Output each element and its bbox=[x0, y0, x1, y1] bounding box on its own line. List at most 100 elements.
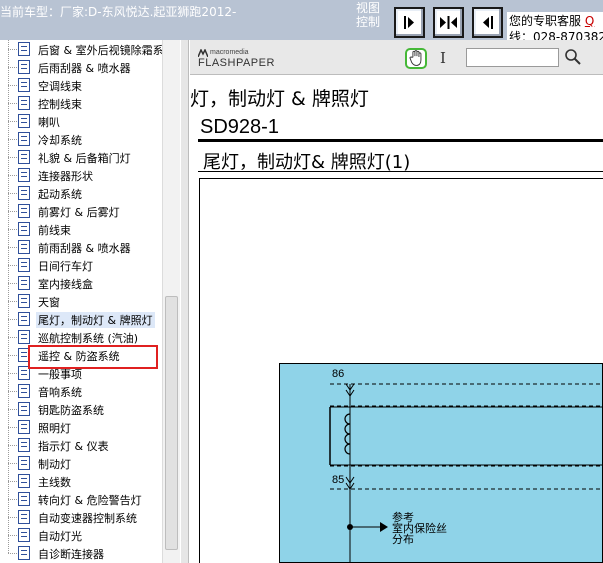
flashpaper-logo: macromedia FLASHPAPER bbox=[198, 49, 275, 69]
tree-item-label: 指示灯 & 仪表 bbox=[38, 440, 109, 453]
macromedia-logo-icon bbox=[198, 49, 208, 57]
hand-tool-button[interactable] bbox=[405, 48, 427, 69]
tree-connector bbox=[8, 355, 9, 373]
service-line: 您的专职客服 Q bbox=[509, 12, 594, 29]
tree-item[interactable]: 指示灯 & 仪表 bbox=[8, 427, 162, 454]
tree-item-label: 喇叭 bbox=[38, 116, 60, 129]
tree-connector bbox=[8, 211, 17, 212]
tree-item[interactable]: 喇叭 bbox=[8, 103, 162, 130]
tree-item[interactable]: 照明灯 bbox=[8, 409, 162, 436]
panel-splitter[interactable] bbox=[181, 40, 189, 563]
tree-item[interactable]: 前雾灯 & 后雾灯 bbox=[8, 193, 162, 220]
tree-item-label: 后雨刮器 & 喷水器 bbox=[38, 62, 131, 75]
tree-item-label: 巡航控制系统 (汽油) bbox=[38, 332, 139, 345]
tree-item[interactable]: 连接器形状 bbox=[8, 157, 162, 184]
vehicle-model-label: 当前车型：厂家:D-东风悦达.起亚狮跑2012- bbox=[0, 5, 237, 19]
viewer-toolbar: macromedia FLASHPAPER I bbox=[190, 40, 603, 75]
tree-item[interactable]: 礼貌 & 后备箱门灯 bbox=[8, 139, 162, 166]
document-icon bbox=[18, 474, 30, 488]
tree-connector bbox=[8, 409, 17, 410]
tree-connector bbox=[8, 67, 17, 68]
document-code: SD928-1 bbox=[200, 116, 279, 138]
document-icon bbox=[18, 312, 30, 326]
split-view-button[interactable] bbox=[433, 7, 464, 38]
selection-highlight bbox=[28, 345, 158, 369]
tree-item[interactable]: 主线数 bbox=[8, 463, 162, 490]
tree-item[interactable]: 起动系统 bbox=[8, 175, 162, 202]
tree-item[interactable]: 钥匙防盗系统 bbox=[8, 391, 162, 418]
tree-connector bbox=[8, 481, 9, 499]
document-icon bbox=[18, 78, 30, 92]
tree-item[interactable]: 空调线束 bbox=[8, 67, 162, 94]
tree-item[interactable]: 自诊断连接器 bbox=[8, 535, 162, 562]
document-icon bbox=[18, 510, 30, 524]
reference-note: 参考 室内保险丝 分布 bbox=[392, 512, 447, 545]
tree-connector bbox=[8, 283, 9, 301]
tree-scrollbar[interactable] bbox=[162, 40, 180, 563]
tree-item-label: 自动灯光 bbox=[38, 530, 82, 543]
tree-item-label: 起动系统 bbox=[38, 188, 82, 201]
tree-connector bbox=[8, 355, 17, 356]
tree-connector bbox=[8, 319, 9, 337]
document-icon bbox=[18, 204, 30, 218]
tree-connector bbox=[8, 301, 9, 319]
arrow-right-icon bbox=[404, 16, 414, 29]
tree-connector bbox=[8, 193, 9, 211]
tree-item-label: 前线束 bbox=[38, 224, 71, 237]
document-icon bbox=[18, 222, 30, 236]
document-icon bbox=[18, 168, 30, 182]
document-icon bbox=[18, 402, 30, 416]
tree-item-label: 主线数 bbox=[38, 476, 71, 489]
tree-item[interactable]: 日间行车灯 bbox=[8, 247, 162, 274]
document-icon bbox=[18, 420, 30, 434]
view-control-label: 视图 控制 bbox=[352, 1, 384, 35]
tree-item[interactable]: 前雨刮器 & 喷水器 bbox=[8, 229, 162, 256]
service-qq-link[interactable]: Q bbox=[585, 14, 594, 28]
tree-item[interactable]: 冷却系统 bbox=[8, 121, 162, 148]
tree-item[interactable]: 转向灯 & 危险警告灯 bbox=[8, 481, 162, 508]
show-right-panel-button[interactable] bbox=[472, 7, 503, 38]
text-select-tool-button[interactable]: I bbox=[436, 49, 450, 67]
document-icon bbox=[18, 438, 30, 452]
tree-item[interactable]: 制动灯 bbox=[8, 445, 162, 472]
tree-item[interactable]: 自动变速器控制系统 bbox=[8, 499, 162, 526]
tree-item[interactable]: 巡航控制系统 (汽油) bbox=[8, 319, 162, 346]
subtitle-rule bbox=[198, 171, 603, 172]
tree-item-label: 自诊断连接器 bbox=[38, 548, 104, 561]
document-icon bbox=[18, 528, 30, 542]
tree-item[interactable]: 自动灯光 bbox=[8, 517, 162, 544]
hand-icon bbox=[409, 50, 422, 66]
tree-connector bbox=[8, 247, 17, 248]
search-icon[interactable] bbox=[564, 48, 582, 66]
tree-item[interactable]: 天窗 bbox=[8, 283, 162, 310]
search-input[interactable] bbox=[466, 48, 559, 67]
tree-connector bbox=[8, 85, 9, 103]
tree-connector bbox=[8, 265, 9, 283]
service-label: 您的专职客服 bbox=[509, 14, 582, 28]
brand-large: FLASHPAPER bbox=[198, 57, 275, 69]
tree-scrollbar-thumb[interactable] bbox=[165, 296, 178, 550]
tree-connector bbox=[8, 481, 17, 482]
tree-item-label: 后窗 & 室外后视镜除霜系 bbox=[38, 44, 164, 57]
tree-connector bbox=[8, 499, 9, 517]
tree-item[interactable]: 前线束 bbox=[8, 211, 162, 238]
tree-item[interactable]: 控制线束 bbox=[8, 85, 162, 112]
tree-connector bbox=[8, 121, 17, 122]
tree-item[interactable]: 后雨刮器 & 喷水器 bbox=[8, 49, 162, 76]
document-icon bbox=[18, 258, 30, 272]
document-icon bbox=[18, 546, 30, 560]
tree-item[interactable]: 尾灯，制动灯 & 牌照灯 bbox=[8, 301, 162, 328]
tree-item[interactable]: 后窗 & 室外后视镜除霜系 bbox=[8, 40, 164, 58]
tree-item[interactable]: 音响系统 bbox=[8, 373, 162, 400]
tree-connector bbox=[8, 103, 9, 121]
tree-connector bbox=[8, 445, 17, 446]
tree-item[interactable]: 室内接线盒 bbox=[8, 265, 162, 292]
tree-connector bbox=[8, 517, 17, 518]
tree-item-label: 冷却系统 bbox=[38, 134, 82, 147]
document-icon bbox=[18, 42, 30, 56]
tree-item-label: 转向灯 & 危险警告灯 bbox=[38, 494, 142, 507]
tree-connector bbox=[8, 229, 17, 230]
show-left-panel-button[interactable] bbox=[394, 7, 425, 38]
tree-connector bbox=[8, 319, 17, 320]
tree-connector bbox=[8, 337, 17, 338]
